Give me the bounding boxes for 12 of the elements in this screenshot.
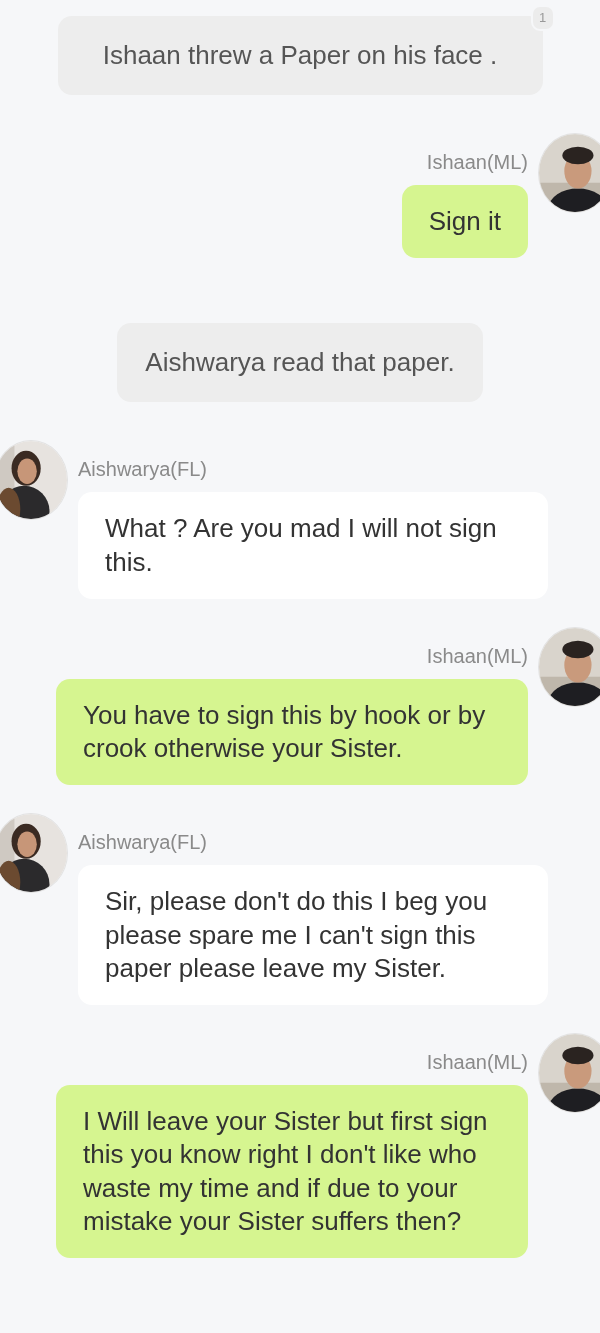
sender-name: Aishwarya(FL) — [78, 830, 208, 856]
unread-count: 1 — [530, 5, 555, 31]
narration-bubble: Aishwarya read that paper. — [117, 323, 483, 403]
message-bubble: Sign it — [401, 185, 528, 259]
message-bubble: Sir, please don't do this I beg you please spare me I can't sign this paper please leave my Sister. — [78, 865, 548, 1006]
message-bubble: You have to sign this by hook or by crook otherwise your Sister. — [56, 678, 528, 786]
sender-name: Ishaan(ML) — [425, 1050, 528, 1076]
message-bubble: I Will leave your Sister but first sign this you know right I don't like who waste my time and if due to your mistake your Sister suffers then? — [56, 1085, 528, 1259]
sender-name: Ishaan(ML) — [425, 643, 528, 669]
sender-name: Aishwarya(FL) — [78, 457, 208, 483]
message-bubble: What ? Are you mad I will not sign this. — [78, 492, 548, 599]
sender-name: Ishaan(ML) — [425, 150, 528, 175]
